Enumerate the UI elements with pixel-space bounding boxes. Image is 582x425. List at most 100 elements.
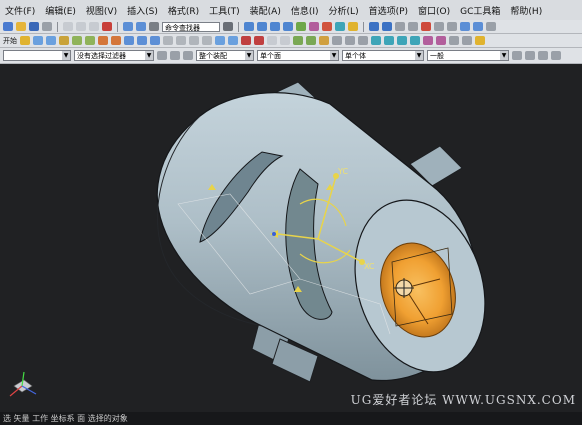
edge-blend-icon[interactable]: [163, 36, 173, 45]
menu-item[interactable]: 编辑(E): [40, 4, 81, 17]
chevron-down-icon[interactable]: ▼: [245, 51, 253, 60]
shaded-icon[interactable]: [296, 22, 306, 31]
snap-intersection-icon[interactable]: [551, 51, 561, 60]
measure-icon[interactable]: [335, 22, 345, 31]
revolve-icon[interactable]: [46, 36, 56, 45]
body-rule-dropdown[interactable]: 单个体 ▼: [342, 50, 424, 61]
sketch-icon[interactable]: [348, 22, 358, 31]
csys-origin-marker[interactable]: [272, 232, 276, 236]
cut-icon[interactable]: [63, 22, 73, 31]
chevron-down-icon[interactable]: ▼: [500, 51, 508, 60]
menu-item[interactable]: 窗口(O): [413, 4, 455, 17]
unite-icon[interactable]: [124, 36, 134, 45]
menu-item[interactable]: 工具(T): [204, 4, 245, 17]
layer-icon[interactable]: [309, 22, 319, 31]
paste-icon[interactable]: [89, 22, 99, 31]
menu-item[interactable]: 帮助(H): [505, 4, 547, 17]
chevron-down-icon[interactable]: ▼: [62, 51, 70, 60]
arc-icon[interactable]: [384, 36, 394, 45]
point-icon[interactable]: [358, 36, 368, 45]
pan-icon[interactable]: [270, 22, 280, 31]
selection-filter-dropdown[interactable]: 没有选择过滤器 ▼: [74, 50, 154, 61]
shell-icon[interactable]: [189, 36, 199, 45]
copy-icon[interactable]: [76, 22, 86, 31]
assembly-scope-dropdown[interactable]: 整个装配 ▼: [196, 50, 254, 61]
snap-endpoint-icon[interactable]: [512, 51, 522, 60]
bridge-curve-icon[interactable]: [462, 36, 472, 45]
chevron-down-icon[interactable]: ▼: [145, 51, 153, 60]
chevron-down-icon[interactable]: ▼: [330, 51, 338, 60]
window-icon[interactable]: [460, 22, 470, 31]
undo-icon[interactable]: [123, 22, 133, 31]
redo-icon[interactable]: [136, 22, 146, 31]
customize-icon[interactable]: [434, 22, 444, 31]
application-icon[interactable]: [473, 22, 483, 31]
menu-item[interactable]: 分析(L): [324, 4, 364, 17]
delete-icon[interactable]: [102, 22, 112, 31]
helix-icon[interactable]: [410, 36, 420, 45]
project-curve-icon[interactable]: [423, 36, 433, 45]
pocket-icon[interactable]: [85, 36, 95, 45]
offset-curve-icon[interactable]: [449, 36, 459, 45]
draft-icon[interactable]: [202, 36, 212, 45]
roles-icon[interactable]: [486, 22, 496, 31]
extrude-icon[interactable]: [33, 36, 43, 45]
thicken-icon[interactable]: [267, 36, 277, 45]
intersect-icon[interactable]: [150, 36, 160, 45]
print-icon[interactable]: [42, 22, 52, 31]
menu-item[interactable]: 首选项(P): [364, 4, 413, 17]
open-file-icon[interactable]: [16, 22, 26, 31]
datum-plane-icon[interactable]: [382, 22, 392, 31]
menu-item[interactable]: GC工具箱: [455, 4, 505, 17]
mirror-icon[interactable]: [228, 36, 238, 45]
trim-body-icon[interactable]: [241, 36, 251, 45]
boss-icon[interactable]: [72, 36, 82, 45]
snap-point-icon[interactable]: [183, 51, 193, 60]
type-filter-dropdown[interactable]: ▼: [3, 50, 71, 61]
chevron-down-icon[interactable]: ▼: [415, 51, 423, 60]
toolbar-options-icon[interactable]: [447, 22, 457, 31]
text-icon[interactable]: [475, 36, 485, 45]
menu-item[interactable]: 插入(S): [122, 4, 163, 17]
subtract-icon[interactable]: [137, 36, 147, 45]
tube-icon[interactable]: [306, 36, 316, 45]
thread-icon[interactable]: [319, 36, 329, 45]
command-finder-input[interactable]: 命令查找器: [162, 21, 220, 32]
spline-icon[interactable]: [397, 36, 407, 45]
graphics-window[interactable]: YC XC UG爱好者论坛 WWW.UGSNX.COM: [0, 64, 582, 412]
select-all-icon[interactable]: [157, 51, 167, 60]
line-icon[interactable]: [371, 36, 381, 45]
hole-icon[interactable]: [59, 36, 69, 45]
datum-csys-icon[interactable]: [345, 36, 355, 45]
new-file-icon[interactable]: [3, 22, 13, 31]
menu-item[interactable]: 文件(F): [0, 4, 40, 17]
zoom-icon[interactable]: [257, 22, 267, 31]
chamfer-icon[interactable]: [176, 36, 186, 45]
datum-axis-icon[interactable]: [332, 36, 342, 45]
deselect-icon[interactable]: [170, 51, 180, 60]
snap-midpoint-icon[interactable]: [525, 51, 535, 60]
menu-item[interactable]: 装配(A): [245, 4, 286, 17]
grid-icon[interactable]: [395, 22, 405, 31]
face-rule-dropdown[interactable]: 单个面 ▼: [257, 50, 339, 61]
rotate-icon[interactable]: [283, 22, 293, 31]
menu-item[interactable]: 视图(V): [81, 4, 122, 17]
split-body-icon[interactable]: [254, 36, 264, 45]
search-icon[interactable]: [223, 22, 233, 31]
analysis-icon[interactable]: [322, 22, 332, 31]
intersection-curve-icon[interactable]: [436, 36, 446, 45]
help-icon[interactable]: [421, 22, 431, 31]
slot-icon[interactable]: [98, 36, 108, 45]
save-icon[interactable]: [29, 22, 39, 31]
pattern-icon[interactable]: [215, 36, 225, 45]
groove-icon[interactable]: [111, 36, 121, 45]
menu-item[interactable]: 格式(R): [163, 4, 204, 17]
view-rule-dropdown[interactable]: 一般 ▼: [427, 50, 509, 61]
sweep-icon[interactable]: [293, 36, 303, 45]
sketch-feature-icon[interactable]: [20, 36, 30, 45]
offset-face-icon[interactable]: [280, 36, 290, 45]
menu-item[interactable]: 信息(I): [286, 4, 324, 17]
wcs-icon[interactable]: [369, 22, 379, 31]
repeat-command-icon[interactable]: [149, 22, 159, 31]
start-menu-button[interactable]: 开始: [3, 36, 17, 46]
